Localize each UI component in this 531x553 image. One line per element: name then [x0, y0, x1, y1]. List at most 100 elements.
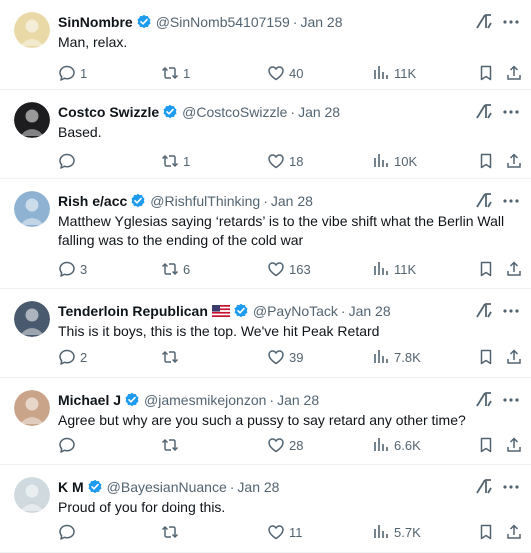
handle[interactable]: @SinNomb54107159 [156, 13, 290, 31]
avatar[interactable] [14, 12, 50, 48]
like-button[interactable]: 11 [267, 522, 303, 542]
views-button[interactable]: 7.8K [372, 347, 421, 367]
reply-button[interactable] [58, 435, 80, 455]
tweet-date[interactable]: Jan 28 [300, 13, 342, 31]
tweet-date[interactable]: Jan 28 [298, 103, 340, 121]
repost-button[interactable]: 1 [161, 63, 190, 83]
like-count: 28 [289, 437, 304, 453]
display-name[interactable]: K M [58, 478, 84, 496]
like-button[interactable]: 40 [267, 63, 303, 83]
separator-dot: · [269, 392, 275, 408]
share-button[interactable] [505, 435, 523, 455]
share-button[interactable] [505, 63, 523, 83]
tweet-date[interactable]: Jan 28 [271, 192, 313, 210]
bookmark-icon [477, 64, 495, 82]
verified-badge-icon [87, 479, 103, 495]
grok-icon[interactable] [475, 12, 493, 30]
bookmark-button[interactable] [477, 347, 495, 367]
avatar[interactable] [14, 477, 50, 513]
grok-icon[interactable] [475, 102, 493, 120]
tweet-date[interactable]: Jan 28 [277, 391, 319, 409]
tweet[interactable]: Michael J @jamesmikejonzon · Jan 28 Agre… [0, 378, 531, 465]
handle[interactable]: @jamesmikejonzon [144, 391, 266, 409]
views-icon [372, 523, 390, 541]
views-button[interactable]: 11K [372, 63, 416, 83]
views-icon [372, 64, 390, 82]
like-button[interactable]: 18 [267, 151, 303, 171]
more-icon[interactable] [501, 12, 521, 32]
display-name[interactable]: Costco Swizzle [58, 103, 159, 121]
views-button[interactable]: 11K [372, 259, 416, 279]
handle[interactable]: @PayNoTack [253, 302, 338, 320]
tweet[interactable]: SinNombre @SinNomb54107159 · Jan 28 Man,… [0, 0, 531, 90]
separator-dot: · [263, 193, 268, 209]
reply-icon [58, 436, 76, 454]
tweet[interactable]: K M @BayesianNuance · Jan 28 Proud of yo… [0, 465, 531, 553]
view-count: 11K [394, 261, 417, 277]
display-name[interactable]: Tenderloin Republican [58, 302, 208, 320]
tweet[interactable]: Costco Swizzle @CostcoSwizzle · Jan 28 B… [0, 90, 531, 179]
avatar[interactable] [14, 301, 50, 337]
reply-button[interactable]: 3 [58, 259, 87, 279]
like-count: 11 [289, 524, 303, 540]
grok-icon[interactable] [475, 191, 493, 209]
separator-dot: · [292, 14, 298, 30]
views-icon [372, 152, 390, 170]
avatar[interactable] [14, 390, 50, 426]
reply-button[interactable]: 2 [58, 347, 87, 367]
grok-icon[interactable] [475, 390, 493, 408]
reply-button[interactable]: 1 [58, 63, 87, 83]
handle[interactable]: @CostcoSwizzle [182, 103, 287, 121]
tweet-header: SinNombre @SinNomb54107159 · Jan 28 [58, 13, 471, 31]
share-button[interactable] [505, 259, 523, 279]
share-button[interactable] [505, 347, 523, 367]
grok-icon[interactable] [475, 477, 493, 495]
tweet-text: Matthew Yglesias saying ‘retards’ is to … [58, 213, 505, 248]
display-name[interactable]: SinNombre [58, 13, 133, 31]
more-icon[interactable] [501, 191, 521, 211]
reply-icon [58, 523, 76, 541]
more-icon[interactable] [501, 102, 521, 122]
display-name[interactable]: Rish e/acc [58, 192, 127, 210]
grok-icon[interactable] [475, 301, 493, 319]
repost-button[interactable] [161, 435, 183, 455]
share-icon [505, 260, 523, 278]
reply-button[interactable] [58, 522, 80, 542]
avatar[interactable] [14, 102, 50, 138]
bookmark-button[interactable] [477, 63, 495, 83]
repost-button[interactable] [161, 347, 183, 367]
verified-badge-icon [162, 104, 178, 120]
more-icon[interactable] [501, 477, 521, 497]
repost-button[interactable]: 1 [161, 151, 190, 171]
handle[interactable]: @RishfulThinking [150, 192, 260, 210]
tweet-text: Proud of you for doing this. [58, 499, 226, 515]
tweet[interactable]: Tenderloin Republican @PayNoTack · Jan 2… [0, 289, 531, 378]
display-name[interactable]: Michael J [58, 391, 121, 409]
like-button[interactable]: 39 [267, 347, 303, 367]
tweet-text: Agree but why are you such a pussy to sa… [58, 412, 466, 428]
like-button[interactable]: 163 [267, 259, 311, 279]
bookmark-icon [477, 523, 495, 541]
bookmark-button[interactable] [477, 435, 495, 455]
bookmark-button[interactable] [477, 259, 495, 279]
bookmark-button[interactable] [477, 522, 495, 542]
avatar[interactable] [14, 191, 50, 227]
tweet[interactable]: Rish e/acc @RishfulThinking · Jan 28 Mat… [0, 179, 531, 289]
bookmark-button[interactable] [477, 151, 495, 171]
reply-button[interactable] [58, 151, 80, 171]
share-button[interactable] [505, 151, 523, 171]
views-button[interactable]: 6.6K [372, 435, 421, 455]
more-icon[interactable] [501, 390, 521, 410]
tweet-date[interactable]: Jan 28 [237, 478, 279, 496]
tweet-date[interactable]: Jan 28 [349, 302, 391, 320]
more-icon[interactable] [501, 301, 521, 321]
action-bar: 1 18 10K [58, 151, 528, 171]
repost-button[interactable] [161, 522, 183, 542]
reply-count: 1 [80, 65, 88, 81]
views-button[interactable]: 10K [372, 151, 417, 171]
repost-button[interactable]: 6 [161, 259, 190, 279]
handle[interactable]: @BayesianNuance [107, 478, 227, 496]
views-button[interactable]: 5.7K [372, 522, 421, 542]
share-button[interactable] [505, 522, 523, 542]
like-button[interactable]: 28 [267, 435, 303, 455]
